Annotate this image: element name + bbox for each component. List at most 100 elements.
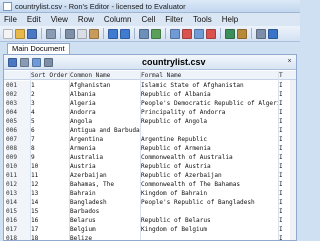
cell-formal-name[interactable]: Republic of Austria bbox=[141, 162, 278, 171]
cell-type[interactable]: I bbox=[279, 234, 296, 240]
table-row[interactable]: 008 8 Armenia Republic of Armenia I bbox=[4, 144, 296, 153]
cell-common-name[interactable]: Angola bbox=[70, 117, 140, 126]
cell-type[interactable]: I bbox=[279, 99, 296, 108]
cell-formal-name[interactable]: Kingdom of Belgium bbox=[141, 225, 278, 234]
settings-icon[interactable] bbox=[256, 28, 266, 39]
cell-sort-order[interactable]: 11 bbox=[31, 171, 69, 180]
menu-filter[interactable]: Filter bbox=[161, 15, 189, 24]
cell-common-name[interactable]: Bangladesh bbox=[70, 198, 140, 207]
data-grid[interactable]: Sort Order Common Name Formal Name T 001… bbox=[4, 71, 296, 240]
cell-common-name[interactable]: Belarus bbox=[70, 216, 140, 225]
table-icon[interactable] bbox=[32, 58, 41, 67]
undo-icon[interactable] bbox=[108, 28, 118, 39]
cell-common-name[interactable]: Australia bbox=[70, 153, 140, 162]
table-row[interactable]: 018 18 Belize I bbox=[4, 234, 296, 240]
cell-type[interactable]: I bbox=[279, 81, 296, 90]
tab-main-document[interactable]: Main Document bbox=[7, 43, 70, 54]
menu-edit[interactable]: Edit bbox=[23, 15, 47, 24]
table-row[interactable]: 012 12 Bahamas, The Commonwealth of The Bah… bbox=[4, 180, 296, 189]
layout-icon[interactable] bbox=[20, 58, 29, 67]
cell-formal-name[interactable]: Commonwealth of Australia bbox=[141, 153, 278, 162]
cell-common-name[interactable]: Bahamas, The bbox=[70, 180, 140, 189]
menu-tools[interactable]: Tools bbox=[189, 15, 218, 24]
cell-common-name[interactable]: Belize bbox=[70, 234, 140, 240]
cell-type[interactable]: I bbox=[279, 171, 296, 180]
menu-view[interactable]: View bbox=[47, 15, 74, 24]
cell-type[interactable]: I bbox=[279, 207, 296, 216]
menu-row[interactable]: Row bbox=[74, 15, 100, 24]
cell-formal-name[interactable]: Republic of Azerbaijan bbox=[141, 171, 278, 180]
cell-type[interactable]: I bbox=[279, 189, 296, 198]
cell-formal-name[interactable]: Republic of Belarus bbox=[141, 216, 278, 225]
cell-common-name[interactable]: Albania bbox=[70, 90, 140, 99]
cell-sort-order[interactable]: 7 bbox=[31, 135, 69, 144]
cell-type[interactable]: I bbox=[279, 90, 296, 99]
insert-column-icon[interactable] bbox=[194, 28, 204, 39]
cell-type[interactable]: I bbox=[279, 135, 296, 144]
cell-sort-order[interactable]: 14 bbox=[31, 198, 69, 207]
print-icon[interactable] bbox=[46, 28, 56, 39]
cell-formal-name[interactable]: Republic of Angola bbox=[141, 117, 278, 126]
menu-cell[interactable]: Cell bbox=[137, 15, 161, 24]
table-row[interactable]: 017 17 Belgium Kingdom of Belgium I bbox=[4, 225, 296, 234]
cell-type[interactable]: I bbox=[279, 153, 296, 162]
cell-type[interactable]: I bbox=[279, 126, 296, 135]
cell-sort-order[interactable]: 15 bbox=[31, 207, 69, 216]
table-row[interactable]: 001 1 Afghanistan Islamic State of Afghanis… bbox=[4, 81, 296, 90]
cell-sort-order[interactable]: 16 bbox=[31, 216, 69, 225]
table-row[interactable]: 011 11 Azerbaijan Republic of Azerbaijan I bbox=[4, 171, 296, 180]
menu-column[interactable]: Column bbox=[100, 15, 138, 24]
cell-common-name[interactable]: Algeria bbox=[70, 99, 140, 108]
insert-row-icon[interactable] bbox=[170, 28, 180, 39]
paste-icon[interactable] bbox=[89, 28, 99, 39]
cell-formal-name[interactable]: People's Democratic Republic of Algeria bbox=[141, 99, 278, 108]
cell-formal-name[interactable]: Republic of Albania bbox=[141, 90, 278, 99]
cell-common-name[interactable]: Austria bbox=[70, 162, 140, 171]
cell-type[interactable]: I bbox=[279, 117, 296, 126]
cell-common-name[interactable]: Afghanistan bbox=[70, 81, 140, 90]
table-row[interactable]: 003 3 Algeria People's Democratic Republic … bbox=[4, 99, 296, 108]
cell-sort-order[interactable]: 6 bbox=[31, 126, 69, 135]
cell-common-name[interactable]: Andorra bbox=[70, 108, 140, 117]
table-row[interactable]: 016 16 Belarus Republic of Belarus I bbox=[4, 216, 296, 225]
cell-type[interactable]: I bbox=[279, 108, 296, 117]
cell-sort-order[interactable]: 18 bbox=[31, 234, 69, 240]
cell-formal-name[interactable] bbox=[141, 126, 278, 135]
cell-formal-name[interactable]: Islamic State of Afghanistan bbox=[141, 81, 278, 90]
cell-formal-name[interactable] bbox=[141, 207, 278, 216]
delete-column-icon[interactable] bbox=[206, 28, 216, 39]
cell-common-name[interactable]: Bahrain bbox=[70, 189, 140, 198]
table-row[interactable]: 005 5 Angola Republic of Angola I bbox=[4, 117, 296, 126]
cell-sort-order[interactable]: 2 bbox=[31, 90, 69, 99]
menu-file[interactable]: File bbox=[0, 15, 23, 24]
cell-sort-order[interactable]: 8 bbox=[31, 144, 69, 153]
filter-icon[interactable] bbox=[237, 28, 247, 39]
cell-sort-order[interactable]: 13 bbox=[31, 189, 69, 198]
cell-type[interactable]: I bbox=[279, 144, 296, 153]
help-icon[interactable] bbox=[268, 28, 278, 39]
cell-type[interactable]: I bbox=[279, 198, 296, 207]
table-row[interactable]: 002 2 Albania Republic of Albania I bbox=[4, 90, 296, 99]
cell-common-name[interactable]: Antigua and Barbuda bbox=[70, 126, 140, 135]
cell-sort-order[interactable]: 10 bbox=[31, 162, 69, 171]
table-row[interactable]: 007 7 Argentina Argentine Republic I bbox=[4, 135, 296, 144]
grid-view-icon[interactable] bbox=[8, 58, 17, 67]
cell-common-name[interactable]: Argentina bbox=[70, 135, 140, 144]
cell-formal-name[interactable]: Kingdom of Bahrain bbox=[141, 189, 278, 198]
cell-formal-name[interactable]: Argentine Republic bbox=[141, 135, 278, 144]
table-row[interactable]: 006 6 Antigua and Barbuda I bbox=[4, 126, 296, 135]
menu-help[interactable]: Help bbox=[218, 15, 244, 24]
cell-formal-name[interactable]: People's Republic of Bangladesh bbox=[141, 198, 278, 207]
copy-icon[interactable] bbox=[77, 28, 87, 39]
table-row[interactable]: 004 4 Andorra Principality of Andorra I bbox=[4, 108, 296, 117]
cell-type[interactable]: I bbox=[279, 180, 296, 189]
sort-icon[interactable] bbox=[225, 28, 235, 39]
cell-type[interactable]: I bbox=[279, 216, 296, 225]
cell-sort-order[interactable]: 3 bbox=[31, 99, 69, 108]
cell-sort-order[interactable]: 4 bbox=[31, 108, 69, 117]
cell-formal-name[interactable]: Commonwealth of The Bahamas bbox=[141, 180, 278, 189]
close-icon[interactable]: × bbox=[285, 57, 294, 67]
cell-sort-order[interactable]: 5 bbox=[31, 117, 69, 126]
table-row[interactable]: 010 10 Austria Republic of Austria I bbox=[4, 162, 296, 171]
cell-sort-order[interactable]: 12 bbox=[31, 180, 69, 189]
